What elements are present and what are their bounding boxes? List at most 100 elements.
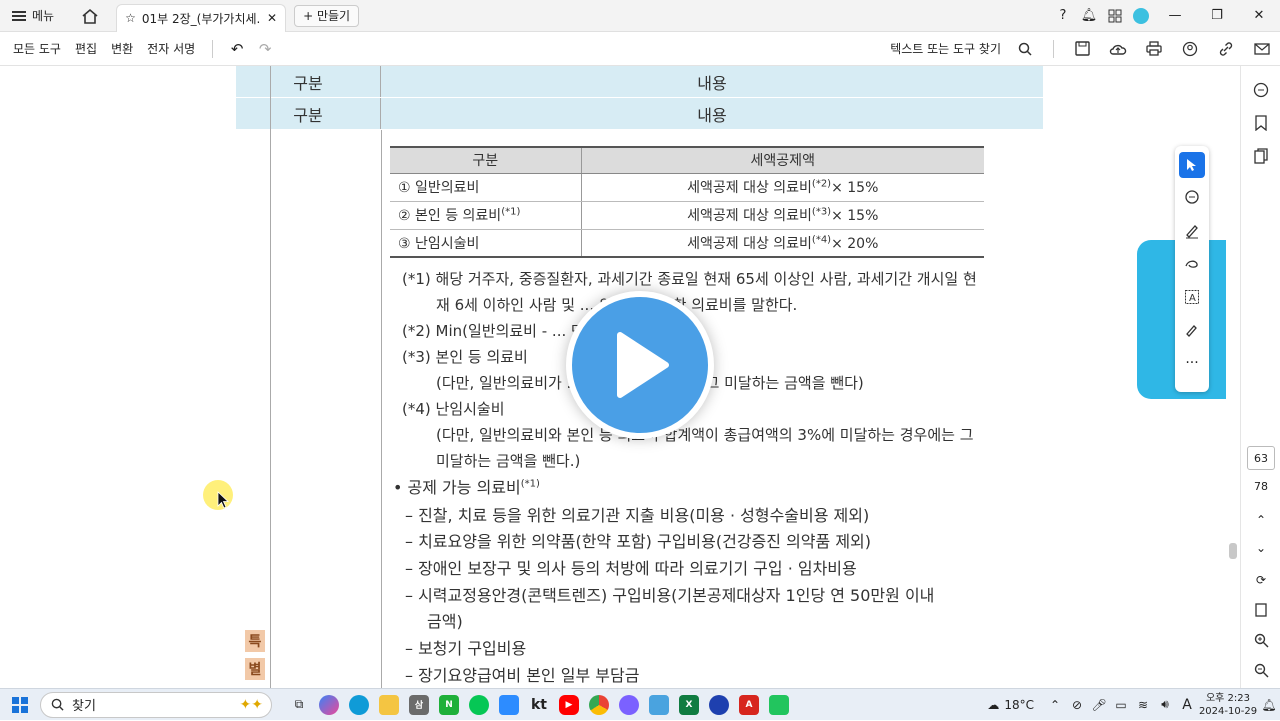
help-icon[interactable]: ? — [1050, 0, 1076, 32]
header-cell-category: 구분 — [236, 66, 381, 97]
select-cursor-icon[interactable] — [1179, 152, 1205, 178]
footnote-line: (*3) 본인 등 의료비 — [402, 348, 528, 366]
bookmark-icon[interactable] — [1249, 111, 1273, 135]
header-row: 구분 내용 — [236, 66, 1043, 97]
acrobat-app-icon[interactable]: A — [734, 690, 764, 720]
bell-icon[interactable]: 🔔︎ — [1076, 0, 1102, 32]
upload-cloud-icon[interactable] — [1100, 32, 1136, 66]
app-icon-green-refresh[interactable] — [764, 690, 794, 720]
tab-title: 01부 2장_(부가가치세... — [141, 11, 262, 26]
footnote-line: 재 6세 이하인 사람 및 ... 위하여 지급한 의료비를 말한다. — [436, 296, 798, 314]
pages-icon[interactable] — [1249, 144, 1273, 168]
svg-text:A: A — [1189, 293, 1196, 304]
rotate-icon[interactable]: ⟳ — [1249, 568, 1273, 592]
redo-icon[interactable]: ↷ — [251, 40, 279, 58]
notification-icon[interactable]: 🔔︎ — [1258, 698, 1280, 712]
toolbar: 모든 도구 편집 변환 전자 서명 ↶ ↷ 텍스트 또는 도구 찾기 — [0, 32, 1280, 66]
wifi-icon[interactable]: ≋ — [1132, 698, 1154, 712]
microphone-icon[interactable]: 🎤︎ — [1088, 698, 1110, 712]
weather-temp[interactable]: 18°C — [1004, 698, 1034, 712]
youtube-app-icon[interactable]: ▶ — [554, 690, 584, 720]
network-icon[interactable]: ⊘ — [1066, 698, 1088, 712]
fill-sign-icon[interactable] — [1179, 317, 1205, 343]
line-app-icon[interactable] — [464, 690, 494, 720]
volume-icon[interactable]: 🔊︎ — [1154, 697, 1176, 712]
copilot-sparkle-icon: ✦✦ — [239, 696, 263, 713]
page-fit-icon[interactable] — [1249, 598, 1273, 622]
footnote-line: (*4) 난임시술비 — [402, 400, 505, 418]
file-explorer-icon[interactable] — [374, 690, 404, 720]
app-icon-samsung[interactable]: 삼 — [404, 690, 434, 720]
minimize-icon[interactable]: — — [1154, 0, 1196, 32]
zoom-app-icon[interactable] — [494, 690, 524, 720]
clock[interactable]: 오후 2:23 2024-10-29 — [1198, 692, 1258, 718]
list-item: – 시력교정용안경(콘택트렌즈) 구입비용(기본공제대상자 1인당 연 50만원… — [405, 586, 935, 605]
task-view-icon[interactable]: ⧉ — [284, 690, 314, 720]
current-page-input[interactable]: 63 — [1247, 446, 1275, 470]
excel-app-icon[interactable]: X — [674, 690, 704, 720]
close-tab-icon[interactable]: ✕ — [267, 11, 277, 25]
vertical-scrollbar[interactable] — [1228, 66, 1238, 688]
toolbar-divider — [212, 39, 214, 58]
chevron-up-icon[interactable]: ⌃ — [1249, 508, 1273, 532]
windows-start-icon[interactable] — [0, 696, 40, 713]
menu-button[interactable]: 메뉴 — [0, 0, 66, 32]
save-icon[interactable] — [1064, 32, 1100, 66]
print-icon[interactable] — [1136, 32, 1172, 66]
undo-icon[interactable]: ↶ — [223, 40, 251, 58]
footnotes: (*1) 해당 거주자, 중증질환자, 과세기간 종료일 현재 65세 이상인 … — [402, 266, 1042, 474]
taskbar: 찾기 ✦✦ ⧉ 삼 N kt ▶ X A ☁ 18°C ⌃ ⊘ 🎤︎ ▭ ≋ 🔊… — [0, 688, 1280, 720]
app-icon-blue-arrow[interactable] — [704, 690, 734, 720]
zoom-out-icon[interactable] — [1249, 658, 1273, 682]
zoom-in-icon[interactable] — [1249, 628, 1273, 652]
account-avatar-icon[interactable] — [1128, 0, 1154, 32]
taskbar-search[interactable]: 찾기 ✦✦ — [40, 691, 272, 718]
star-icon[interactable]: ☆ — [125, 11, 136, 25]
scrollbar-thumb[interactable] — [1229, 543, 1237, 559]
link-icon[interactable] — [1208, 32, 1244, 66]
create-button[interactable]: + 만들기 — [294, 4, 360, 27]
search-icon[interactable] — [1007, 32, 1043, 66]
text-box-icon[interactable]: A — [1179, 284, 1205, 310]
battery-icon[interactable]: ▭ — [1110, 698, 1132, 712]
apps-grid-icon[interactable] — [1102, 0, 1128, 32]
more-options-icon[interactable]: ··· — [1179, 350, 1205, 376]
e-sign-menu[interactable]: 전자 서명 — [140, 40, 202, 57]
edge-browser-icon[interactable] — [344, 690, 374, 720]
home-icon[interactable] — [74, 0, 106, 32]
close-window-icon[interactable]: ✕ — [1238, 0, 1280, 32]
share-user-icon[interactable] — [1172, 32, 1208, 66]
chevron-up-icon[interactable]: ⌃ — [1044, 698, 1066, 712]
comment-icon[interactable] — [1179, 185, 1205, 211]
play-button[interactable] — [566, 291, 714, 439]
chrome-app-icon[interactable] — [584, 690, 614, 720]
hamburger-icon — [12, 10, 26, 21]
table-row: ③ 난임시술비 세액공제 대상 의료비(*4)× 20% — [390, 229, 984, 258]
comments-panel-icon[interactable] — [1249, 78, 1273, 102]
edit-menu[interactable]: 편집 — [68, 40, 104, 57]
search-placeholder: 찾기 — [72, 699, 96, 714]
convert-menu[interactable]: 변환 — [104, 40, 140, 57]
ime-indicator[interactable]: A — [1176, 697, 1198, 713]
chevron-down-icon[interactable]: ⌄ — [1249, 536, 1273, 560]
app-icon-book[interactable] — [644, 690, 674, 720]
app-icon-purple[interactable] — [614, 690, 644, 720]
all-tools-menu[interactable]: 모든 도구 — [6, 40, 68, 57]
restore-icon[interactable]: ❐ — [1196, 0, 1238, 32]
menu-label: 메뉴 — [32, 9, 55, 23]
header-cell-category: 구분 — [236, 98, 381, 129]
copilot-app-icon[interactable] — [314, 690, 344, 720]
weather-icon[interactable]: ☁ — [982, 698, 1004, 712]
document-tab[interactable]: ☆ 01부 2장_(부가가치세... ✕ — [116, 3, 287, 32]
naver-app-icon[interactable]: N — [434, 690, 464, 720]
mail-icon[interactable] — [1244, 32, 1280, 66]
find-tools-label[interactable]: 텍스트 또는 도구 찾기 — [890, 40, 1001, 57]
kt-app-icon[interactable]: kt — [524, 690, 554, 720]
list-item: – 치료요양을 위한 의약품(한약 포함) 구입비용(건강증진 의약품 제외) — [405, 532, 872, 551]
play-icon — [617, 332, 669, 398]
draw-freehand-icon[interactable] — [1179, 251, 1205, 277]
column-header: 세액공제액 — [580, 146, 984, 174]
table-row: ① 일반의료비 세액공제 대상 의료비(*2)× 15% — [390, 173, 984, 202]
highlight-pen-icon[interactable] — [1179, 218, 1205, 244]
list-item: – 보청기 구입비용 — [405, 639, 527, 658]
